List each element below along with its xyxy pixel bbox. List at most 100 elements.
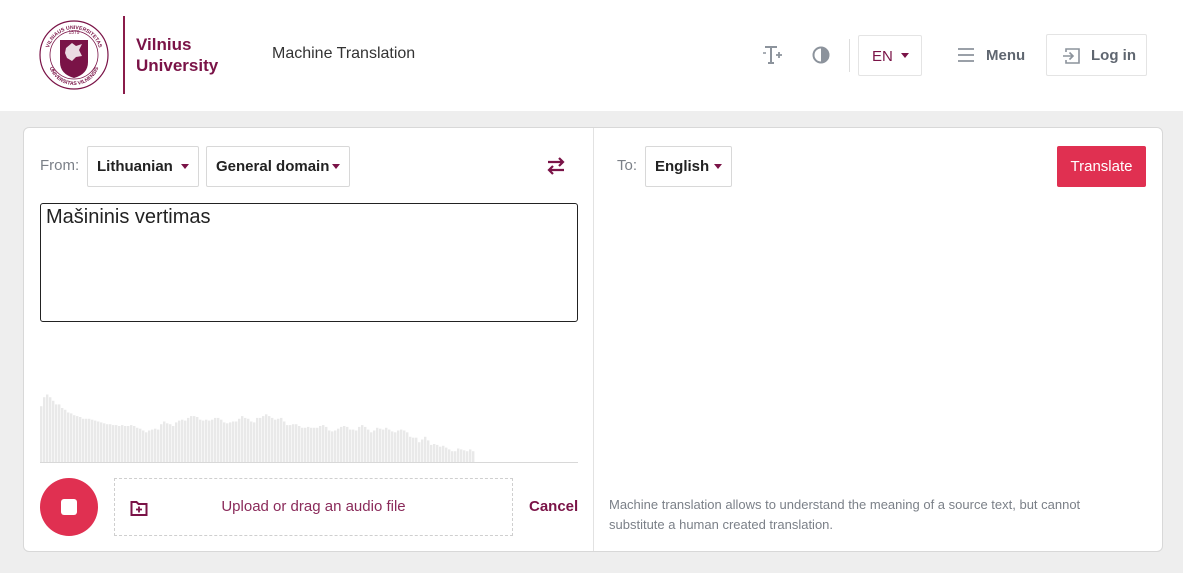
waveform-bar <box>229 422 232 462</box>
contrast-icon[interactable] <box>810 44 832 66</box>
waveform-bar <box>55 404 58 462</box>
target-language-value: English <box>655 158 710 175</box>
waveform-bar <box>340 426 343 462</box>
waveform-bar <box>370 432 373 462</box>
cancel-button[interactable]: Cancel <box>529 498 578 515</box>
waveform-bar <box>376 427 379 462</box>
source-language-value: Lithuanian <box>97 158 173 175</box>
waveform-bar <box>121 425 124 462</box>
waveform-bar <box>109 424 112 462</box>
source-text-input[interactable]: Mašininis vertimas <box>40 203 578 322</box>
domain-select[interactable]: General domain <box>206 146 350 187</box>
waveform-bar <box>322 425 325 462</box>
waveform-bar <box>283 421 286 462</box>
waveform-bar <box>349 429 352 462</box>
waveform-bar <box>364 426 367 462</box>
waveform-bar <box>190 416 193 462</box>
waveform-bar <box>385 427 388 462</box>
chevron-down-icon <box>901 53 909 58</box>
waveform-bar <box>409 436 412 462</box>
waveform-bar <box>127 426 130 462</box>
waveform-baseline <box>40 462 578 463</box>
waveform-bar <box>250 421 253 462</box>
waveform-bar <box>214 417 217 462</box>
waveform-bar <box>103 423 106 462</box>
waveform-bar <box>148 430 151 462</box>
waveform-bar <box>157 429 160 462</box>
language-dropdown[interactable]: EN <box>858 35 922 76</box>
column-divider <box>593 128 594 551</box>
waveform-bar <box>73 415 76 462</box>
waveform-bar <box>319 426 322 462</box>
translate-button[interactable]: Translate <box>1057 146 1146 187</box>
logo-line-2: University <box>136 56 219 75</box>
waveform-bar <box>205 419 208 462</box>
menu-button[interactable]: Menu <box>950 35 1034 76</box>
waveform-bar <box>235 421 238 462</box>
waveform-bar <box>178 420 181 462</box>
vilnius-university-logo[interactable]: 1579 VILNIAUS UNIVERSITETAS UNIVERSITAS … <box>38 14 228 96</box>
source-language-select[interactable]: Lithuanian <box>87 146 199 187</box>
waveform-bar <box>421 439 424 462</box>
waveform-bar <box>466 451 469 462</box>
login-label: Log in <box>1091 47 1136 64</box>
waveform-bar <box>388 429 391 462</box>
waveform-bar <box>145 432 148 462</box>
waveform-bar <box>295 424 298 462</box>
waveform-bar <box>160 424 163 462</box>
waveform-bar <box>64 409 67 462</box>
waveform-bar <box>94 420 97 462</box>
waveform-bar <box>82 418 85 462</box>
waveform-bar <box>124 426 127 462</box>
waveform-bar <box>382 429 385 462</box>
waveform-bar <box>391 431 394 462</box>
waveform-bar <box>172 426 175 462</box>
audio-upload-dropzone[interactable]: Upload or drag an audio file <box>114 478 513 536</box>
waveform-bar <box>451 451 454 462</box>
waveform-bar <box>331 431 334 462</box>
waveform-bar <box>217 417 220 462</box>
waveform-bar <box>175 422 178 462</box>
waveform-bar <box>394 432 397 462</box>
login-button[interactable]: Log in <box>1046 34 1147 76</box>
stop-icon <box>61 499 77 515</box>
waveform-bar <box>46 394 49 462</box>
waveform-bar <box>427 440 430 462</box>
header-divider <box>849 39 850 72</box>
waveform-bar <box>202 420 205 462</box>
waveform-bar <box>454 451 457 462</box>
waveform-bar <box>418 442 421 462</box>
waveform-bar <box>91 419 94 462</box>
waveform-bar <box>211 419 214 462</box>
waveform-bar <box>136 427 139 462</box>
to-label: To: <box>617 157 638 174</box>
text-size-icon[interactable] <box>762 44 784 66</box>
waveform-bar <box>439 446 442 462</box>
from-label: From: <box>40 157 80 174</box>
waveform-bar <box>184 420 187 462</box>
waveform-bar <box>415 437 418 462</box>
waveform-bar <box>169 424 172 462</box>
waveform-bar <box>196 417 199 462</box>
waveform-bar <box>310 427 313 462</box>
waveform-bar <box>253 422 256 462</box>
waveform-bar <box>106 424 109 462</box>
waveform-bar <box>40 406 43 462</box>
language-value: EN <box>872 48 893 65</box>
swap-languages-icon[interactable] <box>545 156 567 176</box>
waveform-bar <box>100 422 103 462</box>
university-seal-icon: 1579 VILNIAUS UNIVERSITETAS UNIVERSITAS … <box>39 20 109 90</box>
waveform-bar <box>289 425 292 462</box>
waveform-bar <box>154 428 157 462</box>
disclaimer-text: Machine translation allows to understand… <box>609 497 1081 532</box>
waveform-bar <box>304 427 307 462</box>
waveform-bar <box>271 417 274 462</box>
stop-recording-button[interactable] <box>40 478 98 536</box>
waveform-bar <box>58 404 61 462</box>
waveform-bar <box>85 418 88 462</box>
waveform-bar <box>448 449 451 462</box>
waveform-bar <box>241 416 244 462</box>
target-language-select[interactable]: English <box>645 146 732 187</box>
waveform-bar <box>430 444 433 462</box>
waveform-bar <box>367 429 370 462</box>
